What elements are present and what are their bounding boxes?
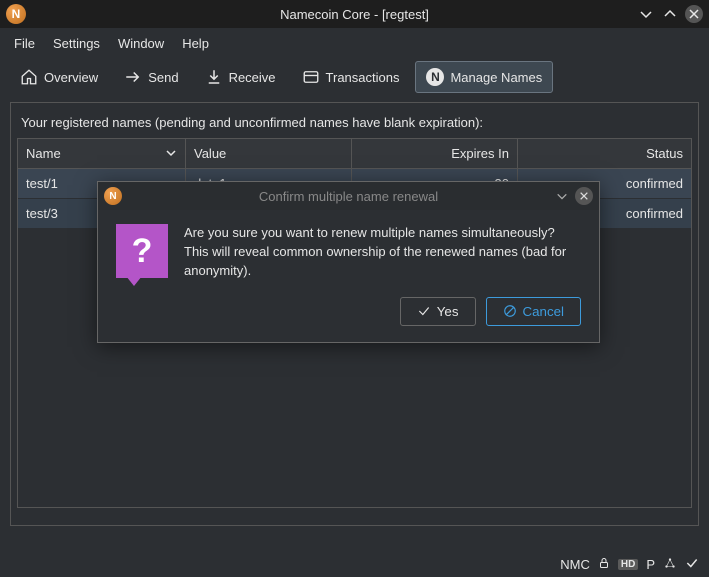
menu-file[interactable]: File bbox=[14, 36, 35, 51]
question-icon: ? bbox=[116, 224, 168, 278]
lock-icon[interactable] bbox=[598, 557, 610, 572]
close-icon[interactable] bbox=[685, 5, 703, 23]
menu-help[interactable]: Help bbox=[182, 36, 209, 51]
send-button[interactable]: Send bbox=[114, 62, 188, 92]
status-currency: NMC bbox=[560, 557, 590, 572]
statusbar: NMC HD P bbox=[0, 551, 709, 577]
minimize-icon[interactable] bbox=[637, 5, 655, 23]
window-title: Namecoin Core - [regtest] bbox=[280, 7, 429, 22]
hd-badge: HD bbox=[618, 559, 638, 570]
transactions-icon bbox=[302, 68, 320, 86]
dialog-message: Are you sure you want to renew multiple … bbox=[184, 224, 581, 281]
cancel-icon bbox=[503, 304, 517, 318]
overview-label: Overview bbox=[44, 70, 98, 85]
window-titlebar: N Namecoin Core - [regtest] bbox=[0, 0, 709, 28]
dialog-close-icon[interactable] bbox=[575, 187, 593, 205]
col-name-label: Name bbox=[26, 146, 61, 161]
app-icon: N bbox=[104, 187, 122, 205]
network-icon[interactable] bbox=[663, 556, 677, 573]
receive-icon bbox=[205, 68, 223, 86]
check-icon bbox=[417, 304, 431, 318]
yes-label: Yes bbox=[437, 304, 459, 319]
col-value-header[interactable]: Value bbox=[186, 139, 352, 168]
col-status-header[interactable]: Status bbox=[518, 139, 691, 168]
home-icon bbox=[20, 68, 38, 86]
sync-check-icon bbox=[685, 556, 699, 573]
send-label: Send bbox=[148, 70, 178, 85]
toolbar: Overview Send Receive Transactions N Man… bbox=[0, 58, 709, 96]
table-header: Name Value Expires In Status bbox=[18, 139, 691, 169]
dialog-minimize-icon[interactable] bbox=[553, 187, 571, 205]
overview-button[interactable]: Overview bbox=[10, 62, 108, 92]
app-icon: N bbox=[6, 4, 26, 24]
transactions-button[interactable]: Transactions bbox=[292, 62, 410, 92]
menu-window[interactable]: Window bbox=[118, 36, 164, 51]
menubar: File Settings Window Help bbox=[0, 28, 709, 58]
cancel-button[interactable]: Cancel bbox=[486, 297, 582, 326]
receive-button[interactable]: Receive bbox=[195, 62, 286, 92]
panel-description: Your registered names (pending and uncon… bbox=[17, 109, 692, 138]
chevron-down-icon bbox=[165, 147, 177, 162]
status-p: P bbox=[646, 557, 655, 572]
col-expires-header[interactable]: Expires In bbox=[352, 139, 518, 168]
manage-names-button[interactable]: N Manage Names bbox=[415, 61, 553, 93]
namecoin-icon: N bbox=[426, 68, 444, 86]
col-name-header[interactable]: Name bbox=[18, 139, 186, 168]
confirm-dialog: N Confirm multiple name renewal ? Are yo… bbox=[97, 181, 600, 343]
yes-button[interactable]: Yes bbox=[400, 297, 476, 326]
dialog-title: Confirm multiple name renewal bbox=[259, 189, 438, 204]
receive-label: Receive bbox=[229, 70, 276, 85]
dialog-titlebar: N Confirm multiple name renewal bbox=[98, 182, 599, 210]
send-icon bbox=[124, 68, 142, 86]
manage-names-label: Manage Names bbox=[450, 70, 542, 85]
cancel-label: Cancel bbox=[523, 304, 565, 319]
menu-settings[interactable]: Settings bbox=[53, 36, 100, 51]
maximize-icon[interactable] bbox=[661, 5, 679, 23]
transactions-label: Transactions bbox=[326, 70, 400, 85]
